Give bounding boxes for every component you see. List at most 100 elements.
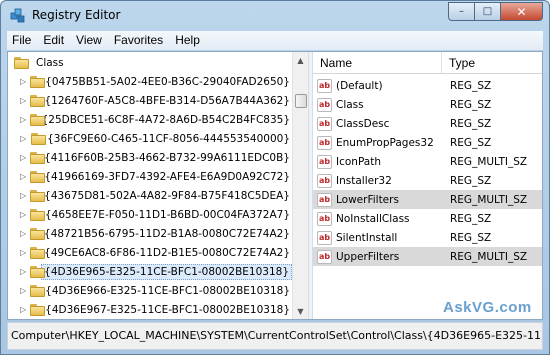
scroll-down-icon[interactable]: ▼ xyxy=(293,303,308,319)
value-row[interactable]: ab EnumPropPages32 REG_SZ xyxy=(313,133,542,152)
value-name: Installer32 xyxy=(336,174,392,187)
tree-item[interactable]: ▷ {4D36E965-E325-11CE-BFC1-08002BE10318} xyxy=(8,262,292,281)
tree-item-label: {4658EE7E-F050-11D1-B6BD-00C04FA372A7} xyxy=(44,208,290,221)
tree-item[interactable]: ▷ {4658EE7E-F050-11D1-B6BD-00C04FA372A7} xyxy=(8,205,292,224)
folder-icon xyxy=(30,284,46,297)
folder-open-icon xyxy=(14,56,30,69)
minimize-button[interactable]: – xyxy=(448,2,474,21)
scroll-up-icon[interactable]: ▲ xyxy=(293,52,308,68)
menu-favorites[interactable]: Favorites xyxy=(108,31,169,50)
scrollbar-thumb[interactable] xyxy=(295,94,307,108)
askvg-watermark: AskVG.com xyxy=(443,299,532,316)
string-value-icon: ab xyxy=(317,230,332,245)
tree-item[interactable]: ▷ {43675D81-502A-4A82-9F84-B75F418C5DEA} xyxy=(8,186,292,205)
registry-tree[interactable]: Class ▷ {0475BB51-5A02-4EE0-B36C-29040FAD… xyxy=(8,52,308,319)
values-list[interactable]: Name Type ab (Default) REG_SZ ab Class REG_SZ… xyxy=(313,52,542,319)
close-button[interactable]: ✕ xyxy=(500,2,543,21)
expand-arrow-icon[interactable]: ▷ xyxy=(20,229,26,238)
column-header-name[interactable]: Name xyxy=(313,52,442,74)
menu-file[interactable]: File xyxy=(7,31,37,50)
tree-item[interactable]: ▷ {49CE6AC8-6F86-11D2-B1E5-0080C72E74A2} xyxy=(8,243,292,262)
value-name: LowerFilters xyxy=(336,193,399,206)
value-type: REG_MULTI_SZ xyxy=(450,250,528,263)
string-value-icon: ab xyxy=(317,97,332,112)
tree-root-class[interactable]: Class xyxy=(8,53,292,72)
folder-icon xyxy=(30,265,46,278)
string-value-icon: ab xyxy=(317,78,332,93)
string-value-icon: ab xyxy=(317,173,332,188)
value-row[interactable]: ab Installer32 REG_SZ xyxy=(313,171,542,190)
tree-item[interactable]: ▷ {36FC9E60-C465-11CF-8056-444553540000} xyxy=(8,129,292,148)
tree-item[interactable]: ▷ {0475BB51-5A02-4EE0-B36C-29040FAD2650} xyxy=(8,72,292,91)
tree-item[interactable]: ▷ {41966169-3FD7-4392-AFE4-E6A9D0A92C72} xyxy=(8,167,292,186)
tree-item[interactable]: ▷ {25DBCE51-6C8F-4A72-8A6D-B54C2B4FC835} xyxy=(8,110,292,129)
expand-arrow-icon[interactable]: ▷ xyxy=(20,96,26,105)
tree-item[interactable]: ▷ {1264760F-A5C8-4BFE-B314-D56A7B44A362} xyxy=(8,91,292,110)
value-type: REG_SZ xyxy=(450,212,492,225)
registry-editor-icon xyxy=(10,8,25,23)
folder-icon xyxy=(30,151,46,164)
value-name: (Default) xyxy=(336,79,383,92)
expand-arrow-icon[interactable]: ▷ xyxy=(20,286,26,295)
value-name: IconPath xyxy=(336,155,382,168)
tree-item-label: {49CE6AC8-6F86-11D2-B1E5-0080C72E74A2} xyxy=(44,246,290,259)
tree-item[interactable]: ▷ {4116F60B-25B3-4662-B732-99A6111EDC0B} xyxy=(8,148,292,167)
expand-arrow-icon[interactable]: ▷ xyxy=(20,191,26,200)
value-name: Class xyxy=(336,98,364,111)
tree-item-label: {48721B56-6795-11D2-B1A8-0080C72E74A2} xyxy=(44,227,290,240)
expand-arrow-icon[interactable]: ▷ xyxy=(20,172,26,181)
folder-icon xyxy=(30,246,46,259)
value-row[interactable]: ab LowerFilters REG_MULTI_SZ xyxy=(313,190,542,209)
folder-icon xyxy=(30,189,46,202)
menu-edit[interactable]: Edit xyxy=(37,31,70,50)
tree-item[interactable]: ▷ {4D36E966-E325-11CE-BFC1-08002BE10318} xyxy=(8,281,292,300)
string-value-icon: ab xyxy=(317,154,332,169)
value-row[interactable]: ab SilentInstall REG_SZ xyxy=(313,228,542,247)
content-area: Class ▷ {0475BB51-5A02-4EE0-B36C-29040FAD… xyxy=(7,51,543,320)
string-value-icon: ab xyxy=(317,249,332,264)
expand-arrow-icon[interactable]: ▷ xyxy=(20,305,26,314)
value-name: UpperFilters xyxy=(336,250,400,263)
tree-item-label: {43675D81-502A-4A82-9F84-B75F418C5DEA} xyxy=(44,189,290,202)
expand-arrow-icon[interactable]: ▷ xyxy=(20,134,27,143)
value-type: REG_SZ xyxy=(450,136,492,149)
string-value-icon: ab xyxy=(317,192,332,207)
title-bar[interactable]: Registry Editor – □ ✕ xyxy=(1,1,549,31)
tree-item-label: {4D36E967-E325-11CE-BFC1-08002BE10318} xyxy=(45,303,290,316)
status-bar: Computer\HKEY_LOCAL_MACHINE\SYSTEM\Curre… xyxy=(7,322,543,350)
tree-item-label: Class xyxy=(36,56,64,69)
maximize-button[interactable]: □ xyxy=(474,2,500,21)
value-row[interactable]: ab Class REG_SZ xyxy=(313,95,542,114)
expand-arrow-icon[interactable]: ▷ xyxy=(20,248,26,257)
expand-arrow-icon[interactable]: ▷ xyxy=(20,210,26,219)
expand-arrow-icon[interactable]: ▷ xyxy=(20,153,26,162)
folder-icon xyxy=(30,113,46,126)
tree-item[interactable]: ▷ {48721B56-6795-11D2-B1A8-0080C72E74A2} xyxy=(8,224,292,243)
expand-arrow-icon[interactable]: ▷ xyxy=(20,115,26,124)
folder-icon xyxy=(30,303,46,316)
value-row[interactable]: ab UpperFilters REG_MULTI_SZ xyxy=(313,247,542,266)
value-type: REG_SZ xyxy=(450,79,492,92)
tree-item-label: {25DBCE51-6C8F-4A72-8A6D-B54C2B4FC835} xyxy=(41,113,290,126)
expand-arrow-icon[interactable]: ▷ xyxy=(20,267,26,276)
caption-buttons: – □ ✕ xyxy=(448,2,543,21)
value-row[interactable]: ab ClassDesc REG_SZ xyxy=(313,114,542,133)
menu-bar: File Edit View Favorites Help xyxy=(7,31,543,50)
window-title: Registry Editor xyxy=(32,8,121,22)
menu-help[interactable]: Help xyxy=(169,31,206,50)
string-value-icon: ab xyxy=(317,116,332,131)
expand-arrow-icon[interactable]: ▷ xyxy=(20,77,26,86)
tree-item-label: {4D36E965-E325-11CE-BFC1-08002BE10318} xyxy=(41,263,292,280)
value-row[interactable]: ab NoInstallClass REG_SZ xyxy=(313,209,542,228)
menu-view[interactable]: View xyxy=(70,31,108,50)
value-row[interactable]: ab (Default) REG_SZ xyxy=(313,76,542,95)
tree-item-label: {36FC9E60-C465-11CF-8056-444553540000} xyxy=(47,132,290,145)
tree-item-label: {0475BB51-5A02-4EE0-B36C-29040FAD2650} xyxy=(45,75,290,88)
column-header-type[interactable]: Type xyxy=(442,52,542,74)
tree-item-label: {41966169-3FD7-4392-AFE4-E6A9D0A92C72} xyxy=(44,170,290,183)
tree-item[interactable]: ▷ {4D36E967-E325-11CE-BFC1-08002BE10318} xyxy=(8,300,292,319)
value-row[interactable]: ab IconPath REG_MULTI_SZ xyxy=(313,152,542,171)
tree-vertical-scrollbar[interactable]: ▲ ▼ xyxy=(292,52,308,319)
value-name: NoInstallClass xyxy=(336,212,410,225)
folder-icon xyxy=(30,132,46,145)
